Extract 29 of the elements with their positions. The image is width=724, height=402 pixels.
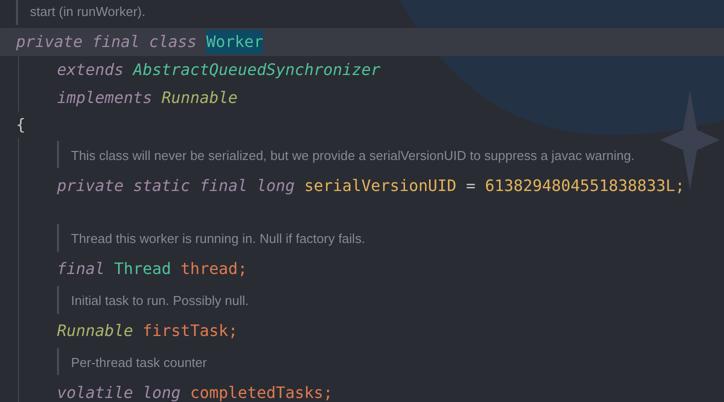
number-literal: 6138294804551838833L;: [484, 174, 685, 197]
class-name: Thread: [114, 258, 172, 280]
operator: =: [466, 174, 476, 197]
constant-name: serialVersionUID: [304, 174, 456, 197]
keyword: static: [133, 174, 190, 197]
doc-comment: Initial task to run. Possibly null.: [71, 293, 249, 308]
keyword: private: [57, 174, 124, 197]
doc-comment: Per-thread task counter: [71, 354, 207, 370]
doc-comment: This class will never be serialized, but we provide a serialVersionUID to suppress a javac warning.: [71, 148, 635, 163]
field-name: thread;: [180, 258, 248, 280]
superclass-name: AbstractQueuedSynchronizer: [133, 58, 380, 81]
doc-comment: start (in runWorker).: [30, 4, 146, 19]
keyword: implements: [57, 86, 152, 109]
keyword: extends: [57, 58, 124, 81]
keyword: final: [200, 174, 248, 197]
keyword: long: [142, 382, 181, 402]
interface-name: Runnable: [57, 320, 134, 342]
interface-name: Runnable: [162, 86, 238, 109]
keyword: long: [256, 174, 295, 197]
field-name: firstTask;: [142, 320, 238, 342]
class-name: Worker: [206, 30, 264, 54]
keyword: final: [57, 258, 105, 280]
keyword: class: [149, 30, 197, 53]
brace: {: [16, 114, 26, 136]
doc-comment: Thread this worker is running in. Null if factory fails.: [71, 231, 366, 246]
field-name: completedTasks;: [190, 382, 333, 402]
keyword: private: [16, 30, 83, 53]
keyword: final: [92, 30, 140, 53]
keyword: volatile: [57, 382, 134, 402]
